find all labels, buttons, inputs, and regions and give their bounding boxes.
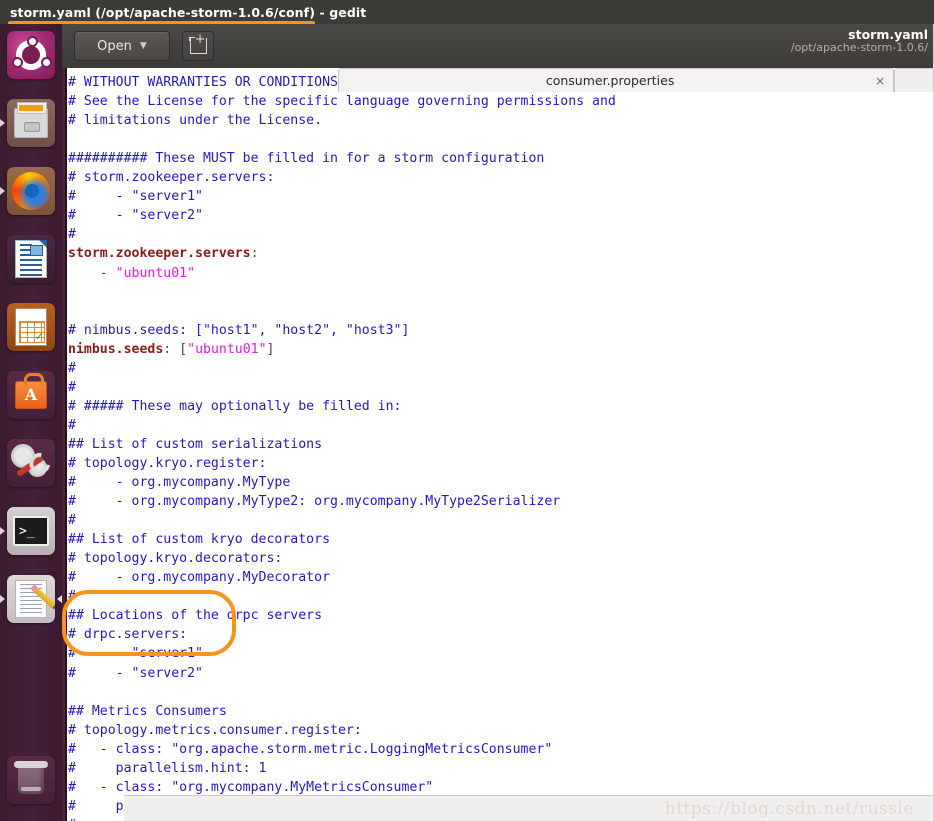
launcher-item-trash[interactable] (0, 749, 62, 811)
trash-icon (7, 756, 55, 804)
text-editor-pencil-icon (7, 575, 55, 623)
terminal-icon: >_ (7, 507, 55, 555)
tab-label: consumer.properties (545, 73, 675, 88)
software-bag-icon: A (7, 371, 55, 419)
tab-secondary[interactable] (894, 68, 934, 92)
firefox-icon (7, 167, 55, 215)
launcher-item-terminal[interactable]: >_ (0, 500, 62, 562)
launcher-item-ubuntu-dash[interactable] (0, 24, 62, 86)
open-button[interactable]: Open ▼ (74, 31, 170, 61)
document-writer-icon (7, 235, 55, 283)
launcher-item-text-editor[interactable] (0, 568, 62, 630)
gear-wrench-icon (7, 439, 55, 487)
tab-bar: consumer.properties × (338, 68, 934, 92)
new-document-icon (189, 33, 207, 54)
editor-textview[interactable]: # distributed under the License is distr… (62, 68, 934, 821)
document-path: /opt/apache-storm-1.0.6/ (790, 41, 928, 55)
close-icon[interactable]: × (875, 74, 885, 88)
gedit-window: Open ▼ storm.yaml /opt/apache-storm-1.0.… (62, 24, 934, 821)
watermark: https://blog.csdn.net/russle (664, 799, 914, 819)
file-cabinet-icon (7, 99, 55, 147)
launcher-item-files[interactable] (0, 92, 62, 154)
launcher-trash-wrapper (0, 749, 62, 817)
chevron-down-icon: ▼ (139, 41, 147, 51)
launcher-item-ubuntu-software[interactable]: A (0, 364, 62, 426)
tab-consumer-properties[interactable]: consumer.properties × (338, 68, 895, 92)
launcher-item-libreoffice-writer[interactable] (0, 228, 62, 290)
spreadsheet-calc-icon: ✓ (7, 303, 55, 351)
launcher-item-libreoffice-calc[interactable]: ✓ (0, 296, 62, 358)
open-button-label: Open (97, 38, 132, 54)
document-name: storm.yaml (848, 27, 928, 42)
gedit-headerbar: Open ▼ storm.yaml /opt/apache-storm-1.0.… (62, 24, 934, 69)
window-title: storm.yaml (/opt/apache-storm-1.0.6/conf… (10, 4, 367, 20)
launcher-item-system-settings[interactable] (0, 432, 62, 494)
new-document-button[interactable] (182, 31, 214, 61)
editor-left-border (65, 68, 67, 821)
unity-launcher: ✓ A >_ (0, 24, 62, 821)
editor-content[interactable]: # distributed under the License is distr… (68, 68, 934, 821)
launcher-item-firefox[interactable] (0, 160, 62, 222)
desktop-screen: storm.yaml (/opt/apache-storm-1.0.6/conf… (0, 0, 934, 821)
launcher-items: ✓ A >_ (0, 24, 62, 636)
ubuntu-logo-icon (7, 31, 55, 79)
document-info: storm.yaml /opt/apache-storm-1.0.6/ (790, 27, 928, 55)
